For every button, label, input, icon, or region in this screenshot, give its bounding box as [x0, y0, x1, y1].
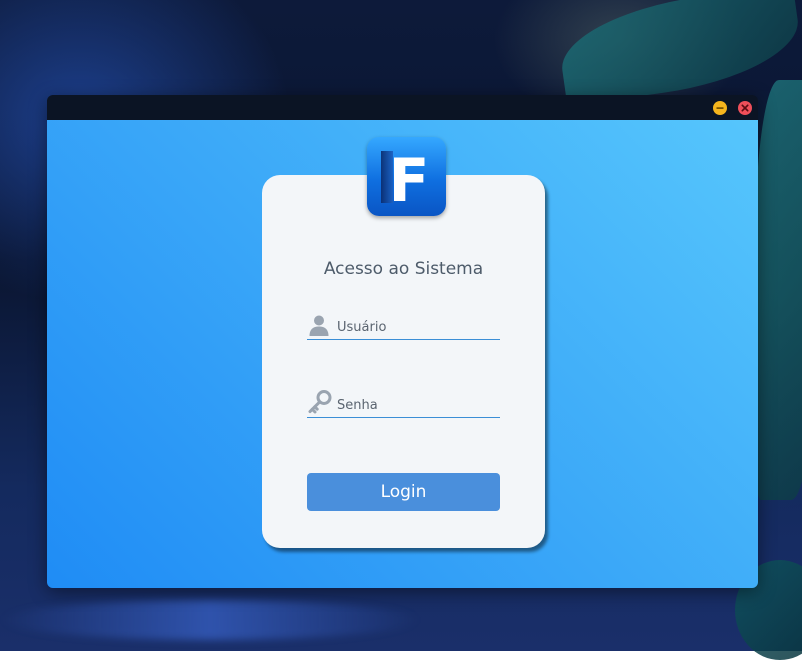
desk-glow-decoration — [0, 600, 420, 640]
minimize-icon — [716, 107, 724, 109]
username-field — [307, 311, 500, 340]
username-input[interactable] — [337, 317, 497, 337]
plant-leaf-decoration — [554, 0, 802, 107]
user-icon — [309, 315, 329, 336]
minimize-button[interactable] — [713, 101, 727, 115]
login-title: Acesso ao Sistema — [323, 259, 484, 279]
logo-letter-text: F — [389, 146, 430, 216]
app-logo: F — [367, 137, 446, 216]
close-icon — [741, 104, 749, 112]
window-titlebar[interactable] — [47, 95, 758, 120]
window-content: Acesso ao Sistema Login — [47, 120, 758, 588]
close-button[interactable] — [738, 101, 752, 115]
password-input[interactable] — [337, 395, 497, 415]
app-logo-letter: F — [381, 146, 430, 216]
key-icon — [308, 390, 332, 414]
password-field — [307, 389, 500, 418]
login-card: Acesso ao Sistema Login — [262, 175, 545, 548]
login-window: Acesso ao Sistema Login — [47, 95, 758, 588]
login-button[interactable]: Login — [307, 473, 500, 511]
plant-leaf-decoration — [755, 80, 802, 500]
